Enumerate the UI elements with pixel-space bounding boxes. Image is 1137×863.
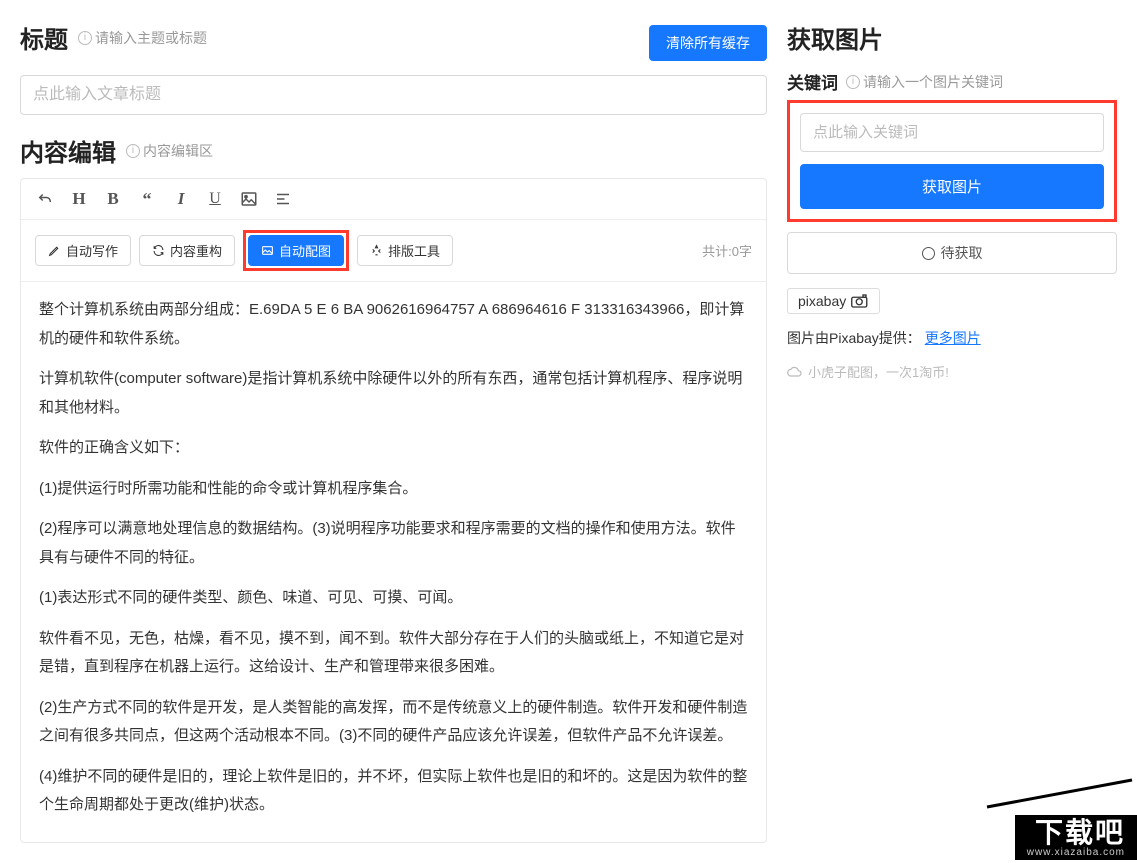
italic-icon[interactable]: I [171, 189, 191, 209]
editor-paragraph: 计算机软件(computer software)是指计算机系统中除硬件以外的所有… [39, 365, 748, 422]
title-hint: 请输入主题或标题 [95, 28, 207, 48]
provided-line: 图片由Pixabay提供： 更多图片 [787, 328, 1117, 348]
auto-image-button[interactable]: 自动配图 [248, 235, 344, 266]
editor-paragraph: 软件看不见，无色，枯燥，看不见，摸不到，闻不到。软件大部分存在于人们的头脑或纸上… [39, 625, 748, 682]
highlight-auto-image: 自动配图 [243, 230, 349, 271]
keyword-input[interactable] [800, 113, 1104, 152]
editor-body[interactable]: 整个计算机系统由两部分组成：E.69DA 5 E 6 BA 9062616964… [21, 282, 766, 842]
image-icon[interactable] [239, 189, 259, 209]
watermark: 下载吧 www.xiazaiba.com [1015, 815, 1137, 860]
picture-icon [261, 244, 274, 257]
editor-paragraph: (1)提供运行时所需功能和性能的命令或计算机程序集合。 [39, 475, 748, 504]
editor-paragraph: 整个计算机系统由两部分组成：E.69DA 5 E 6 BA 9062616964… [39, 296, 748, 353]
title-section-label: 标题 [20, 20, 68, 55]
more-images-link[interactable]: 更多图片 [925, 330, 981, 346]
editor-paragraph: (2)生产方式不同的软件是开发，是人类智能的高发挥，而不是传统意义上的硬件制造。… [39, 694, 748, 751]
editor-paragraph: (2)程序可以满意地处理信息的数据结构。(3)说明程序功能要求和程序需要的文档的… [39, 515, 748, 572]
editor-toolbar: H B “ I U [21, 179, 766, 220]
quote-icon[interactable]: “ [137, 189, 157, 209]
keyword-label: 关键词 [787, 69, 838, 94]
info-icon: i [126, 144, 140, 158]
editor-paragraph: (1)表达形式不同的硬件类型、颜色、味道、可见、可摸、可闻。 [39, 584, 748, 613]
content-rebuild-button[interactable]: 内容重构 [139, 235, 235, 266]
content-section-label: 内容编辑 [20, 133, 116, 168]
info-icon: i [78, 31, 92, 45]
image-section-title: 获取图片 [787, 20, 883, 55]
pending-button[interactable]: 待获取 [787, 232, 1117, 274]
align-left-icon[interactable] [273, 189, 293, 209]
heading-icon[interactable]: H [69, 189, 89, 209]
content-hint: 内容编辑区 [143, 141, 213, 161]
auto-write-button[interactable]: 自动写作 [35, 235, 131, 266]
pencil-icon [48, 244, 61, 257]
cloud-icon [787, 366, 803, 378]
undo-icon[interactable] [35, 189, 55, 209]
keyword-hint: 请输入一个图片关键词 [863, 72, 1003, 92]
footer-note: 小虎子配图，一次1淘币! [787, 362, 1117, 381]
underline-icon[interactable]: U [205, 189, 225, 209]
layout-icon [370, 244, 383, 257]
fetch-image-button[interactable]: 获取图片 [800, 164, 1104, 209]
highlight-keyword-box: 获取图片 [787, 100, 1117, 222]
info-icon: i [846, 75, 860, 89]
editor-paragraph: (4)维护不同的硬件是旧的，理论上软件是旧的，并不坏，但实际上软件也是旧的和坏的… [39, 763, 748, 820]
camera-icon [851, 294, 869, 308]
circle-icon [922, 247, 935, 260]
word-count: 共计:0字 [702, 241, 752, 260]
bold-icon[interactable]: B [103, 189, 123, 209]
pixabay-badge: pixabay [787, 288, 880, 314]
editor-paragraph: 软件的正确含义如下： [39, 434, 748, 463]
layout-tool-button[interactable]: 排版工具 [357, 235, 453, 266]
refresh-icon [152, 244, 165, 257]
clear-cache-button[interactable]: 清除所有缓存 [649, 25, 767, 61]
title-input[interactable] [20, 75, 767, 115]
